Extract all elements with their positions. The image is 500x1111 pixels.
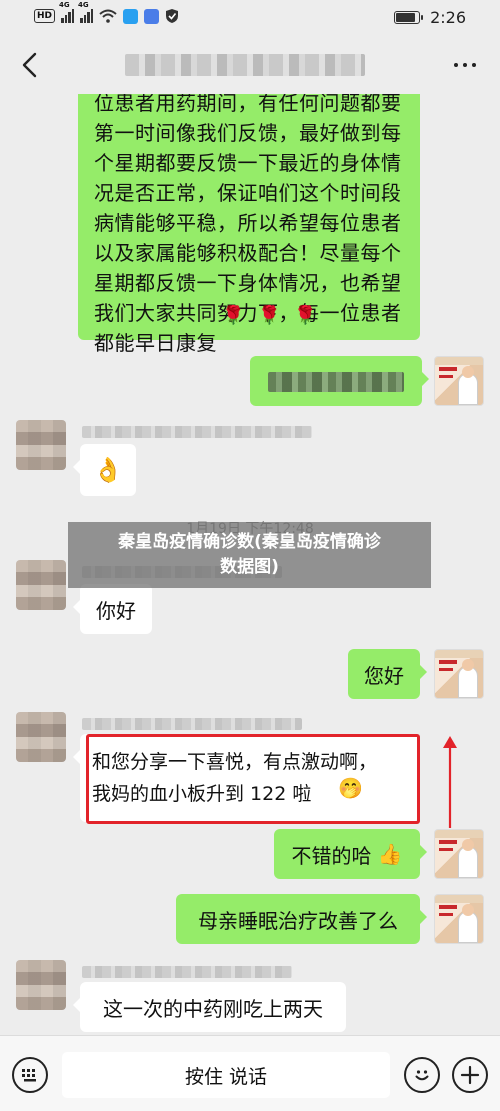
- more-button[interactable]: [448, 48, 482, 82]
- more-functions-button[interactable]: [452, 1057, 488, 1093]
- more-dot: [463, 63, 467, 67]
- thumbs-up-emoji: 👍: [377, 842, 403, 866]
- hold-to-talk-button[interactable]: 按住 说话: [62, 1052, 390, 1098]
- chevron-left-icon: [22, 52, 37, 78]
- sender-name-blurred: [82, 966, 292, 978]
- status-right: 2:26: [394, 8, 466, 27]
- avatar-me[interactable]: [434, 894, 484, 944]
- hd-indicator: HD: [34, 9, 56, 23]
- smiley-icon: [415, 1070, 429, 1081]
- status-left: HD 4G 4G: [34, 1, 179, 24]
- message-text: 母亲睡眠治疗改善了么: [198, 908, 398, 933]
- clock: 2:26: [430, 8, 466, 27]
- sender-name-blurred: [82, 426, 312, 438]
- message-bubble-incoming[interactable]: 👌: [73, 444, 136, 496]
- avatar-me[interactable]: [434, 829, 484, 879]
- highlight-box: [86, 734, 420, 824]
- keyboard-icon: [22, 1069, 36, 1082]
- overlay-caption-text: 秦皇岛疫情确诊数(秦皇岛疫情确诊 数据图): [118, 532, 381, 577]
- shield-icon: [166, 9, 179, 23]
- message-bubble-outgoing[interactable]: 位患者用药期间，有任何问题都要 第一时间像我们反馈，最好做到每 个星期都要反馈一…: [78, 94, 420, 355]
- voice-keyboard-toggle[interactable]: [12, 1057, 48, 1093]
- avatar-other[interactable]: [16, 560, 66, 610]
- rose-emoji: 🌹 🌹 🌹: [222, 305, 321, 326]
- more-dots-icon: [454, 63, 458, 67]
- message-bubble-incoming[interactable]: 这一次的中药刚吃上两天: [73, 982, 346, 1032]
- plus-icon: [460, 1065, 480, 1085]
- back-button[interactable]: [12, 48, 46, 82]
- chat-header: [0, 36, 500, 94]
- avatar-me[interactable]: [434, 356, 484, 406]
- sender-name-blurred: [82, 718, 302, 730]
- overlay-caption: 秦皇岛疫情确诊数(秦皇岛疫情确诊 数据图): [68, 522, 431, 588]
- message-bubble-incoming[interactable]: 你好: [73, 584, 152, 634]
- status-bar: HD 4G 4G 2:26: [0, 0, 500, 36]
- message-text: 您好: [364, 663, 404, 688]
- battery-icon: [394, 11, 424, 24]
- avatar-other[interactable]: [16, 420, 66, 470]
- ok-hand-emoji: 👌: [93, 456, 123, 484]
- chat-title-blurred: [125, 54, 365, 76]
- message-text: 不错的哈: [291, 843, 372, 868]
- message-bubble-outgoing[interactable]: 您好: [348, 649, 427, 699]
- message-bubble-outgoing-blurred[interactable]: [250, 356, 429, 406]
- blurred-text: [268, 372, 404, 392]
- emoji-button[interactable]: [404, 1057, 440, 1093]
- message-notification-icon: [144, 8, 160, 24]
- avatar-other[interactable]: [16, 960, 66, 1010]
- more-dot: [472, 63, 476, 67]
- message-text: 你好: [96, 598, 136, 623]
- signal-icon-2: 4G: [78, 1, 94, 23]
- message-bubble-outgoing[interactable]: 不错的哈 👍: [274, 829, 427, 879]
- avatar-other[interactable]: [16, 712, 66, 762]
- input-bar: 按住 说话: [0, 1035, 500, 1111]
- message-text: 这一次的中药刚吃上两天: [103, 996, 323, 1021]
- message-bubble-outgoing[interactable]: 母亲睡眠治疗改善了么: [176, 894, 427, 944]
- red-arrow: [443, 736, 457, 828]
- wifi-icon: [99, 9, 117, 23]
- signal-icon-1: 4G: [59, 1, 75, 23]
- app-notification-icon: [123, 8, 139, 24]
- avatar-me[interactable]: [434, 649, 484, 699]
